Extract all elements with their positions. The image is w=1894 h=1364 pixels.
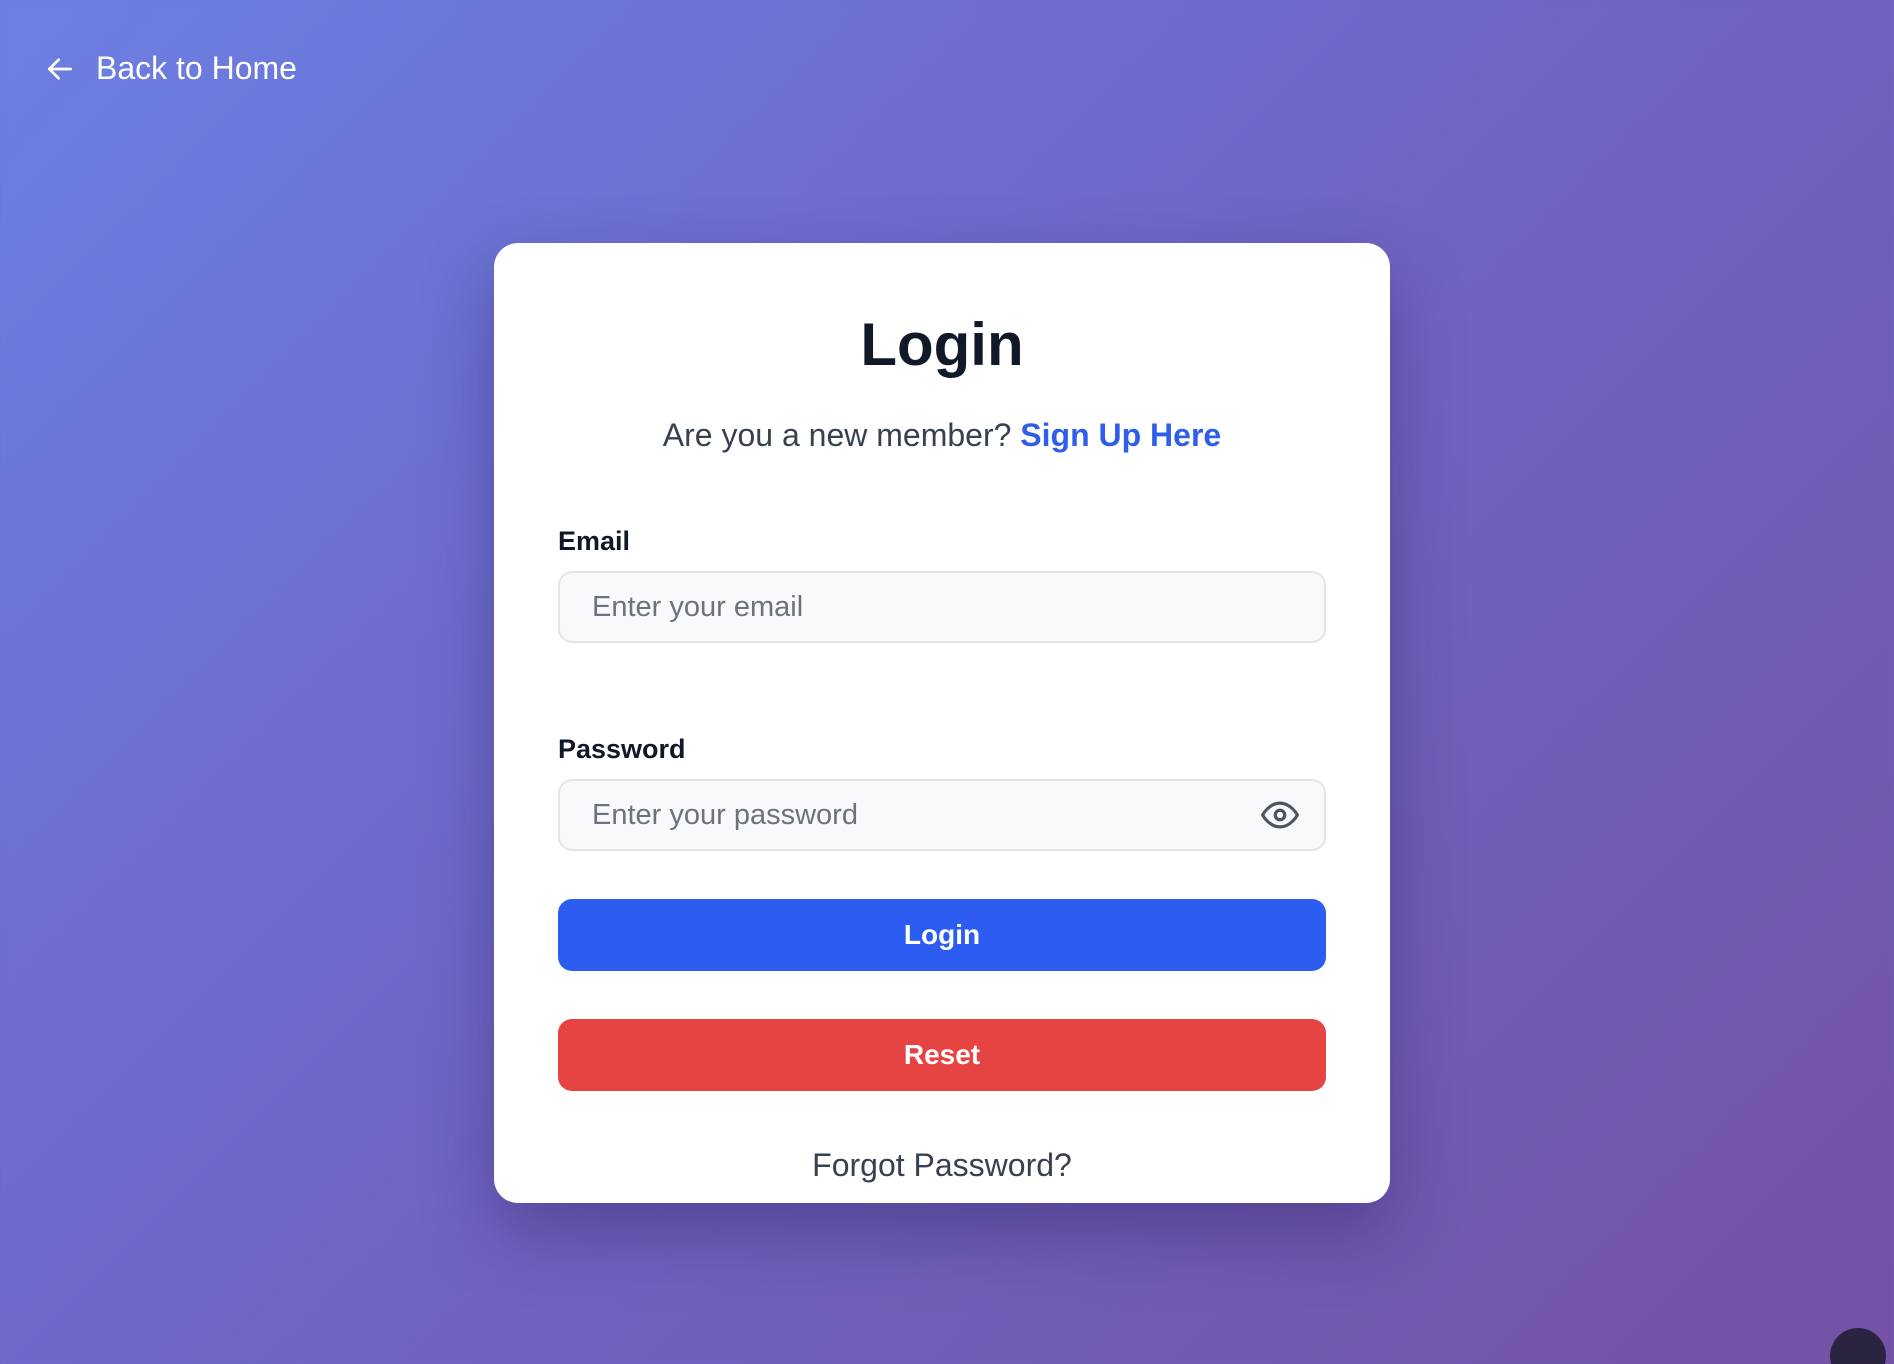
- forgot-password-link[interactable]: Forgot Password?: [558, 1145, 1326, 1185]
- eye-icon[interactable]: [1258, 793, 1302, 837]
- arrow-left-icon: [44, 53, 76, 85]
- floating-widget-button[interactable]: [1830, 1328, 1886, 1364]
- login-card: Login Are you a new member? Sign Up Here…: [494, 243, 1390, 1203]
- signup-prompt-text: Are you a new member?: [662, 417, 1012, 453]
- password-field-wrapper: [558, 779, 1326, 851]
- page-title: Login: [860, 311, 1024, 378]
- password-field[interactable]: [560, 781, 1324, 849]
- email-label: Email: [558, 526, 631, 556]
- password-label: Password: [558, 734, 686, 764]
- signup-prompt: Are you a new member? Sign Up Here: [558, 415, 1326, 455]
- email-field[interactable]: [560, 573, 1324, 641]
- reset-button[interactable]: Reset: [558, 1019, 1326, 1091]
- email-field-wrapper: [558, 571, 1326, 643]
- back-to-home-label: Back to Home: [96, 50, 297, 86]
- signup-link[interactable]: Sign Up Here: [1020, 417, 1221, 453]
- back-to-home-link[interactable]: Back to Home: [44, 50, 297, 87]
- login-button[interactable]: Login: [558, 899, 1326, 971]
